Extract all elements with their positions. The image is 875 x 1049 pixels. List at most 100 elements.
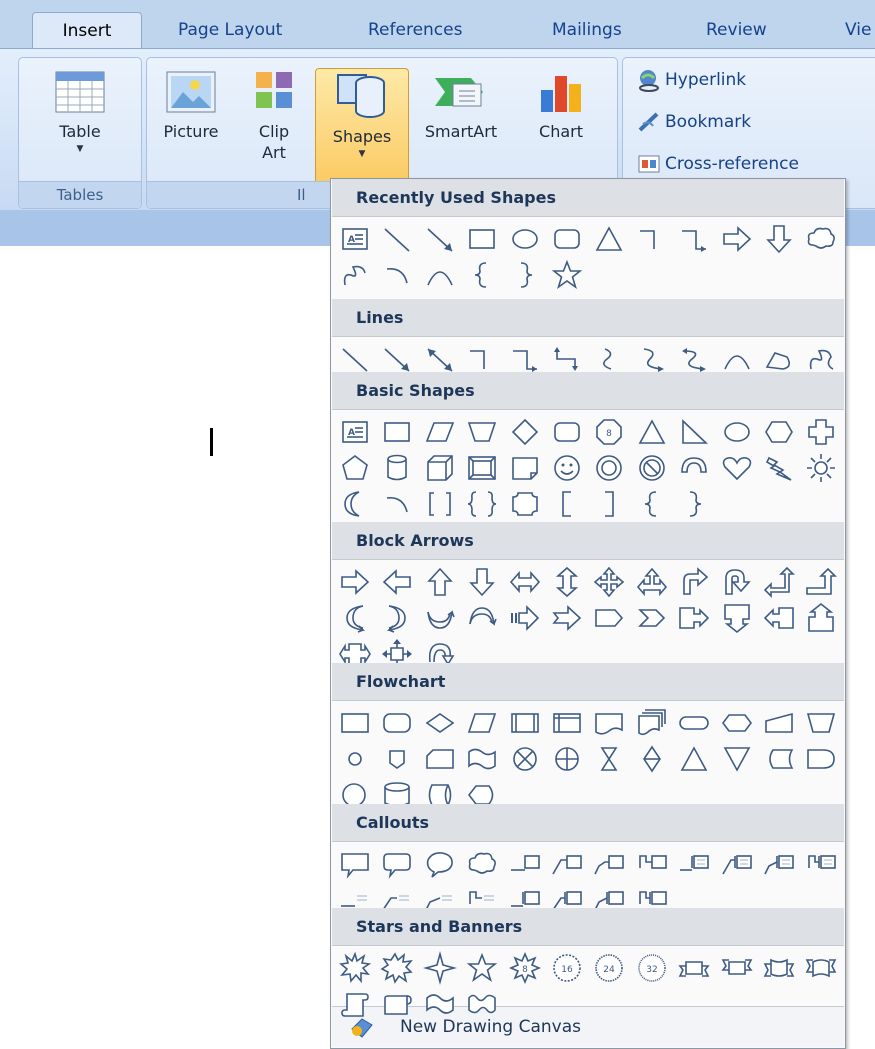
up-down-arrow-icon[interactable] — [549, 564, 585, 600]
striped-right-arrow-icon[interactable] — [507, 600, 543, 636]
up-ribbon-icon[interactable] — [676, 950, 712, 986]
plaque-icon[interactable] — [507, 486, 543, 522]
line-callout-3-icon[interactable] — [591, 846, 627, 882]
stored-data-icon[interactable] — [761, 741, 797, 777]
left-up-arrow-icon[interactable] — [761, 564, 797, 600]
delay-icon[interactable] — [803, 741, 839, 777]
curve-icon[interactable] — [422, 257, 458, 293]
line-callout-2-icon[interactable] — [549, 846, 585, 882]
rectangular-callout-icon[interactable] — [337, 846, 373, 882]
left-bracket-icon[interactable] — [549, 486, 585, 522]
elbow-arrow-connector-icon[interactable] — [676, 221, 712, 257]
sun-icon[interactable] — [803, 450, 839, 486]
summing-junction-icon[interactable] — [507, 741, 543, 777]
bent-up-arrow-icon[interactable] — [803, 564, 839, 600]
star-8-icon[interactable]: 8 — [507, 950, 543, 986]
double-brace-icon[interactable] — [464, 486, 500, 522]
curved-down-ribbon-icon[interactable] — [803, 950, 839, 986]
curved-left-arrow-icon[interactable] — [379, 600, 415, 636]
bevel-icon[interactable] — [464, 450, 500, 486]
star-5-icon[interactable] — [464, 950, 500, 986]
star-16-icon[interactable]: 16 — [549, 950, 585, 986]
horizontal-scroll-icon[interactable] — [379, 986, 415, 1022]
merge-icon[interactable] — [719, 741, 755, 777]
right-triangle-icon[interactable] — [676, 414, 712, 450]
left-arrow-callout-icon[interactable] — [761, 600, 797, 636]
elbow-connector-icon[interactable] — [634, 221, 670, 257]
right-brace-icon[interactable] — [507, 257, 543, 293]
cube-icon[interactable] — [422, 450, 458, 486]
line-callout-4-accent-icon[interactable] — [803, 846, 839, 882]
arc-icon[interactable] — [379, 486, 415, 522]
process-icon[interactable] — [337, 705, 373, 741]
right-arrow-icon[interactable] — [719, 221, 755, 257]
rounded-rectangle-icon[interactable] — [549, 414, 585, 450]
right-brace-icon[interactable] — [676, 486, 712, 522]
hyperlink-button[interactable]: Hyperlink — [637, 68, 746, 92]
curved-right-arrow-icon[interactable] — [337, 600, 373, 636]
table-button[interactable]: Table ▼ — [27, 68, 133, 156]
line-callout-2-accent-icon[interactable] — [719, 846, 755, 882]
tab-insert[interactable]: Insert — [32, 12, 142, 49]
tab-page-layout[interactable]: Page Layout — [178, 12, 282, 48]
textbox-icon[interactable]: A — [337, 414, 373, 450]
internal-storage-icon[interactable] — [549, 705, 585, 741]
rounded-rectangle-icon[interactable] — [549, 221, 585, 257]
off-page-connector-icon[interactable] — [379, 741, 415, 777]
or-icon[interactable] — [549, 741, 585, 777]
no-symbol-icon[interactable] — [634, 450, 670, 486]
oval-icon[interactable] — [719, 414, 755, 450]
triangle-icon[interactable] — [634, 414, 670, 450]
punched-tape-icon[interactable] — [464, 741, 500, 777]
star-32-icon[interactable]: 32 — [634, 950, 670, 986]
u-turn-arrow-icon[interactable] — [719, 564, 755, 600]
curved-up-ribbon-icon[interactable] — [761, 950, 797, 986]
left-arrow-icon[interactable] — [379, 564, 415, 600]
document-icon[interactable] — [591, 705, 627, 741]
star-5-icon[interactable] — [549, 257, 585, 293]
rectangle-icon[interactable] — [464, 221, 500, 257]
smartart-button[interactable]: SmartArt — [409, 68, 513, 142]
cross-icon[interactable] — [803, 414, 839, 450]
multidocument-icon[interactable] — [634, 705, 670, 741]
tab-references[interactable]: References — [368, 12, 462, 48]
double-bracket-icon[interactable] — [422, 486, 458, 522]
collate-icon[interactable] — [591, 741, 627, 777]
quad-arrow-icon[interactable] — [591, 564, 627, 600]
rectangle-icon[interactable] — [379, 414, 415, 450]
block-arc-icon[interactable] — [676, 450, 712, 486]
folded-corner-icon[interactable] — [507, 450, 543, 486]
star-24-icon[interactable]: 24 — [591, 950, 627, 986]
card-icon[interactable] — [422, 741, 458, 777]
left-brace-icon[interactable] — [464, 257, 500, 293]
up-arrow-callout-icon[interactable] — [803, 600, 839, 636]
tab-mailings[interactable]: Mailings — [552, 12, 622, 48]
triangle-icon[interactable] — [591, 221, 627, 257]
textbox-icon[interactable]: A — [337, 221, 373, 257]
pentagon-arrow-icon[interactable] — [591, 600, 627, 636]
data-icon[interactable] — [464, 705, 500, 741]
curved-down-arrow-icon[interactable] — [464, 600, 500, 636]
cloud-callout-icon[interactable] — [464, 846, 500, 882]
explosion-2-icon[interactable] — [379, 950, 415, 986]
left-brace-icon[interactable] — [634, 486, 670, 522]
heart-icon[interactable] — [719, 450, 755, 486]
bent-arrow-icon[interactable] — [676, 564, 712, 600]
wave-icon[interactable] — [422, 986, 458, 1022]
tab-view[interactable]: Vie — [845, 12, 871, 48]
tab-review[interactable]: Review — [706, 12, 767, 48]
hexagon-icon[interactable] — [761, 414, 797, 450]
right-arrow-callout-icon[interactable] — [676, 600, 712, 636]
curved-up-arrow-icon[interactable] — [422, 600, 458, 636]
arrow-icon[interactable] — [422, 221, 458, 257]
clip-art-button[interactable]: Clip Art — [239, 68, 309, 163]
right-bracket-icon[interactable] — [591, 486, 627, 522]
cross-reference-button[interactable]: Cross-reference — [637, 152, 799, 176]
oval-icon[interactable] — [507, 221, 543, 257]
pentagon-icon[interactable] — [337, 450, 373, 486]
down-ribbon-icon[interactable] — [719, 950, 755, 986]
extract-icon[interactable] — [676, 741, 712, 777]
arc-icon[interactable] — [379, 257, 415, 293]
terminator-icon[interactable] — [676, 705, 712, 741]
lightning-bolt-icon[interactable] — [761, 450, 797, 486]
